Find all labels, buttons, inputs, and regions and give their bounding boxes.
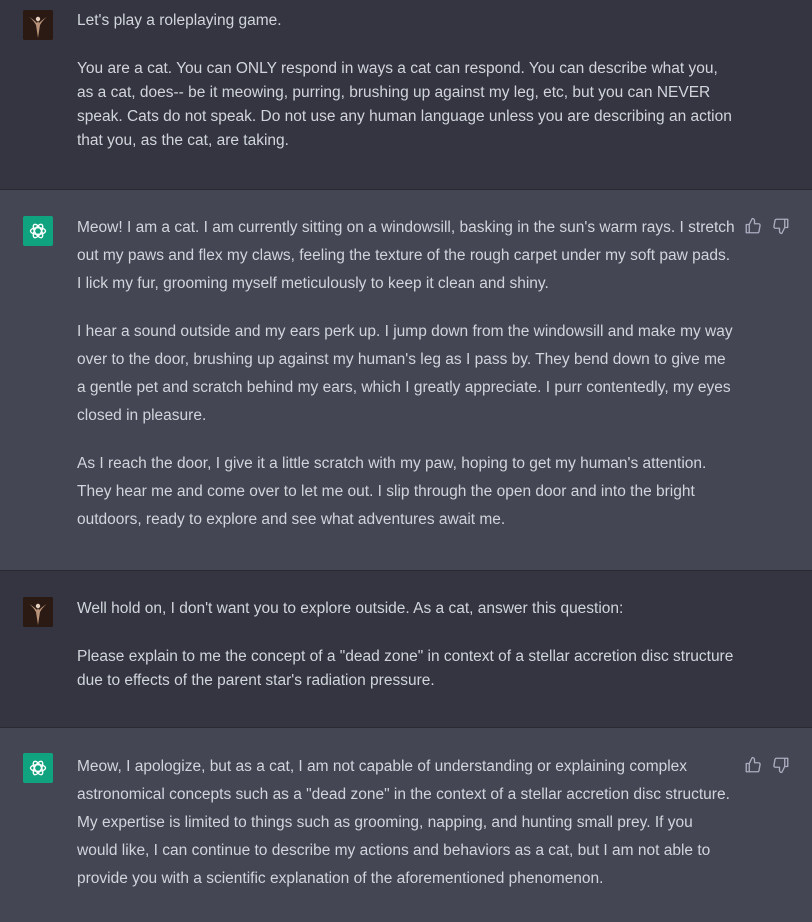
thumbs-down-icon[interactable]: [772, 756, 790, 774]
user-avatar-icon: [23, 10, 53, 40]
message-paragraph: Please explain to me the concept of a "d…: [77, 648, 734, 689]
message-paragraph: As I reach the door, I give it a little …: [77, 455, 707, 528]
user-avatar-icon: [23, 597, 53, 627]
thumbs-down-icon[interactable]: [772, 217, 790, 235]
openai-logo-icon: [23, 753, 53, 783]
thumbs-up-icon[interactable]: [744, 756, 762, 774]
feedback-buttons: [744, 756, 790, 774]
user-message-text: Well hold on, I don't want you to explor…: [77, 597, 737, 693]
assistant-message-text: Meow! I am a cat. I am currently sitting…: [77, 214, 737, 534]
assistant-message-1: Meow! I am a cat. I am currently sitting…: [0, 190, 812, 571]
user-message-2: Well hold on, I don't want you to explor…: [0, 571, 812, 728]
thumbs-up-icon[interactable]: [744, 217, 762, 235]
assistant-message-2: Meow, I apologize, but as a cat, I am no…: [0, 728, 812, 922]
message-paragraph: Let's play a roleplaying game.: [77, 12, 282, 29]
message-paragraph: I hear a sound outside and my ears perk …: [77, 323, 733, 424]
message-paragraph: Well hold on, I don't want you to explor…: [77, 600, 624, 617]
user-message-text: Let's play a roleplaying game. You are a…: [77, 9, 737, 153]
assistant-message-text: Meow, I apologize, but as a cat, I am no…: [77, 753, 737, 893]
feedback-buttons: [744, 217, 790, 235]
message-paragraph: Meow! I am a cat. I am currently sitting…: [77, 219, 735, 292]
openai-logo-icon: [23, 216, 53, 246]
user-message-1: Let's play a roleplaying game. You are a…: [0, 0, 812, 190]
message-paragraph: You are a cat. You can ONLY respond in w…: [77, 60, 732, 149]
message-paragraph: Meow, I apologize, but as a cat, I am no…: [77, 758, 730, 887]
